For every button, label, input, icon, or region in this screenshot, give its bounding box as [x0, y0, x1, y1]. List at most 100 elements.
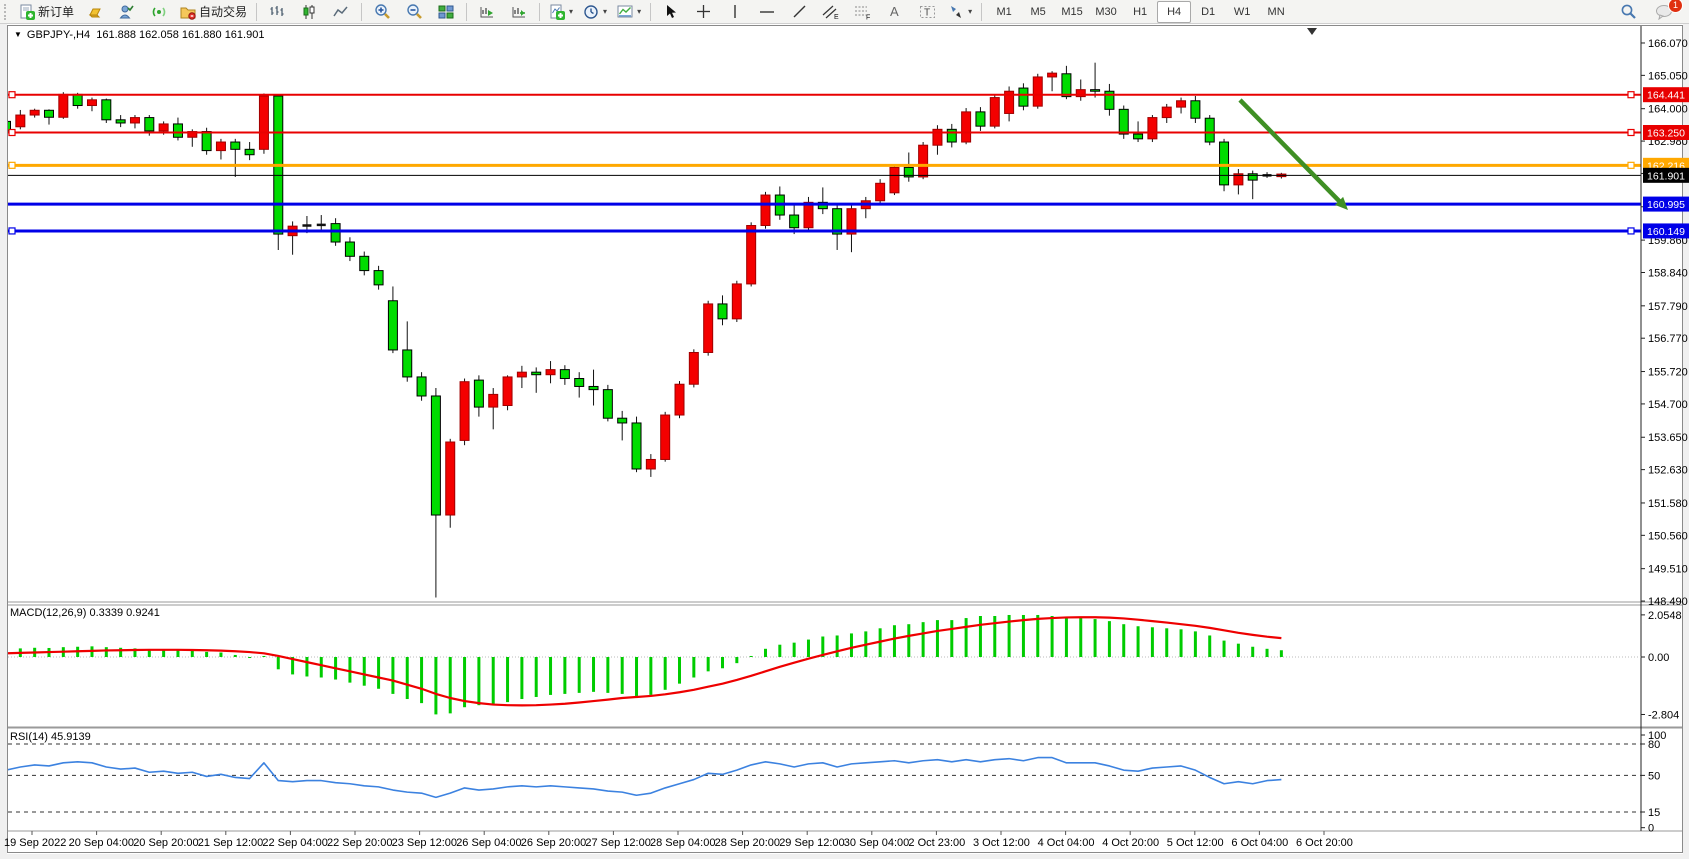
- candle-up: [517, 372, 526, 377]
- time-axis-label: 4 Oct 04:00: [1038, 837, 1095, 849]
- trendline-icon: [792, 4, 807, 19]
- price-tick-label: 155.720: [1648, 367, 1688, 379]
- candle-down: [618, 418, 627, 423]
- price-chart-canvas[interactable]: 166.070165.050164.000162.980161.960160.9…: [0, 24, 1689, 854]
- indicators-button[interactable]: ▾: [545, 1, 577, 23]
- search-button[interactable]: [1613, 1, 1643, 23]
- signal-icon: [151, 4, 167, 20]
- candle-up: [747, 226, 756, 284]
- timeframe-button-h1[interactable]: H1: [1123, 1, 1157, 23]
- timeframe-button-d1[interactable]: D1: [1191, 1, 1225, 23]
- candle-down: [474, 380, 483, 407]
- time-axis-label: 20 Sep 04:00: [69, 837, 134, 849]
- timeframe-button-m1[interactable]: M1: [987, 1, 1021, 23]
- line-handle[interactable]: [9, 130, 15, 136]
- line-handle[interactable]: [1628, 92, 1634, 98]
- zoom-in-icon: [374, 3, 391, 20]
- crosshair-tool-button[interactable]: [688, 1, 718, 23]
- bar-chart-icon: [269, 4, 285, 20]
- horizontal-line-tool-button[interactable]: [752, 1, 782, 23]
- toolbar-separator: [466, 3, 467, 21]
- toolbar-separator: [981, 3, 982, 21]
- candle-up: [646, 459, 655, 469]
- timeframe-button-h4[interactable]: H4: [1157, 1, 1191, 23]
- candle-down: [947, 129, 956, 142]
- line-chart-type-button[interactable]: [326, 1, 356, 23]
- time-axis-label: 26 Sep 20:00: [521, 837, 586, 849]
- symbol-period: GBPJPY-,H4: [27, 29, 90, 41]
- timeframe-button-mn[interactable]: MN: [1259, 1, 1293, 23]
- toolbar-grip[interactable]: [4, 4, 11, 20]
- fibonacci-tool-button[interactable]: F: [848, 1, 878, 23]
- auto-trading-button[interactable]: 自动交易: [176, 1, 251, 23]
- zoom-in-button[interactable]: [367, 1, 397, 23]
- candle-down: [1062, 74, 1071, 97]
- dropdown-caret-icon: ▾: [603, 7, 607, 16]
- time-axis-label: 28 Sep 04:00: [650, 837, 715, 849]
- auto-scroll-button[interactable]: [472, 1, 502, 23]
- toolbar: 新订单 自动交易: [0, 0, 1689, 24]
- line-handle[interactable]: [1628, 130, 1634, 136]
- chart-shift-button[interactable]: [504, 1, 534, 23]
- line-handle[interactable]: [9, 228, 15, 234]
- rsi-tick-label: 15: [1648, 807, 1660, 819]
- candle-up: [16, 115, 25, 127]
- bar-chart-type-button[interactable]: [262, 1, 292, 23]
- periods-button[interactable]: ▾: [579, 1, 611, 23]
- add-indicator-icon: [549, 4, 565, 20]
- time-axis-label: 20 Sep 20:00: [133, 837, 198, 849]
- candle-down: [374, 271, 383, 285]
- clock-icon: [583, 4, 599, 20]
- new-order-button[interactable]: 新订单: [15, 1, 78, 23]
- macd-tick-label: -2.804: [1648, 709, 1679, 721]
- chart-window[interactable]: ▼ GBPJPY-,H4 161.888 162.058 161.880 161.…: [0, 24, 1689, 854]
- signals-button[interactable]: [144, 1, 174, 23]
- candle-down: [388, 301, 397, 350]
- arrows-tool-button[interactable]: ▾: [944, 1, 976, 23]
- ohlc-values: 161.888 162.058 161.880 161.901: [96, 29, 264, 41]
- text-tool-button[interactable]: A: [880, 1, 910, 23]
- timeframe-button-w1[interactable]: W1: [1225, 1, 1259, 23]
- price-tick-label: 157.790: [1648, 301, 1688, 313]
- channel-tool-button[interactable]: E: [816, 1, 846, 23]
- candle-up: [876, 183, 885, 200]
- horizontal-line-icon: [759, 7, 775, 17]
- line-handle[interactable]: [1628, 228, 1634, 234]
- candle-down: [589, 386, 598, 389]
- candle-up: [489, 394, 498, 407]
- label-tool-button[interactable]: T: [912, 1, 942, 23]
- candle-down: [1191, 101, 1200, 118]
- candlestick-type-button[interactable]: [294, 1, 324, 23]
- market-depth-button[interactable]: [80, 1, 110, 23]
- candle-up: [59, 94, 68, 117]
- candle-down: [116, 120, 125, 123]
- timeframe-button-m5[interactable]: M5: [1021, 1, 1055, 23]
- trendline-tool-button[interactable]: [784, 1, 814, 23]
- chart-shift-icon: [511, 4, 527, 20]
- auto-scroll-icon: [479, 4, 495, 20]
- vertical-line-tool-button[interactable]: [720, 1, 750, 23]
- candle-up: [675, 384, 684, 415]
- time-axis-label: 5 Oct 12:00: [1167, 837, 1224, 849]
- timeframe-button-m30[interactable]: M30: [1089, 1, 1123, 23]
- toolbar-separator: [650, 3, 651, 21]
- rsi-label: RSI(14) 45.9139: [10, 731, 91, 743]
- line-handle[interactable]: [1628, 162, 1634, 168]
- symbol-dropdown-icon[interactable]: ▼: [14, 30, 22, 39]
- tile-windows-button[interactable]: [431, 1, 461, 23]
- timeframe-button-m15[interactable]: M15: [1055, 1, 1089, 23]
- template-icon: [617, 4, 633, 20]
- dropdown-caret-icon: ▾: [968, 7, 972, 16]
- line-handle[interactable]: [9, 92, 15, 98]
- notifications-button[interactable]: 1: [1649, 1, 1679, 23]
- candle-up: [704, 304, 713, 353]
- signals-user-button[interactable]: [112, 1, 142, 23]
- zoom-out-button[interactable]: [399, 1, 429, 23]
- templates-button[interactable]: ▾: [613, 1, 645, 23]
- notification-badge: 1: [1668, 0, 1683, 13]
- price-badge-label: 160.995: [1647, 199, 1685, 211]
- line-handle[interactable]: [9, 162, 15, 168]
- time-axis-label: 6 Oct 20:00: [1296, 837, 1353, 849]
- cursor-tool-button[interactable]: [656, 1, 686, 23]
- price-tick-label: 152.630: [1648, 465, 1688, 477]
